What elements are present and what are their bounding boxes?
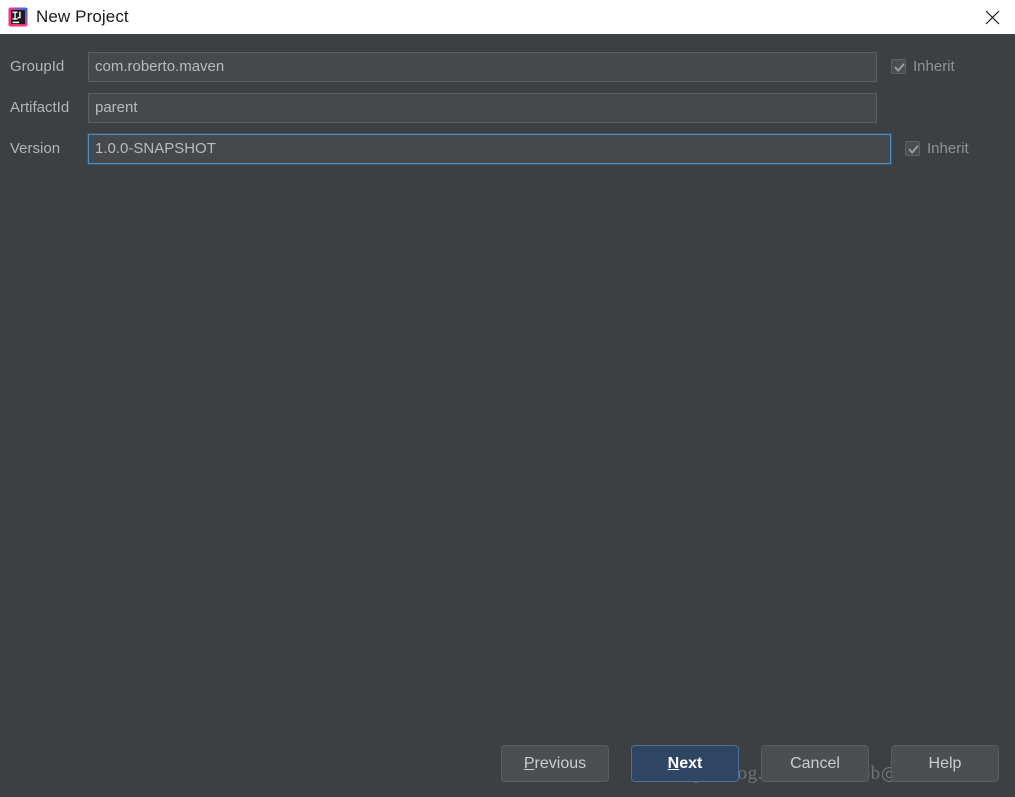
intellij-idea-logo-icon <box>8 7 28 27</box>
groupid-input[interactable]: com.roberto.maven <box>88 51 877 82</box>
check-icon <box>908 145 919 154</box>
previous-button-mnemonic: P <box>523 754 535 772</box>
version-input[interactable]: 1.0.0-SNAPSHOT <box>88 133 891 164</box>
close-button[interactable] <box>969 0 1015 34</box>
title-bar: New Project <box>0 0 1015 34</box>
check-icon <box>894 63 905 72</box>
groupid-label: GroupId <box>10 58 65 75</box>
cancel-button[interactable]: Cancel <box>761 745 869 782</box>
help-button-label: Help <box>928 754 962 772</box>
checkbox-box[interactable] <box>905 141 920 156</box>
form-row-artifactid: ArtifactId parent <box>0 87 1015 128</box>
form-row-version: Version 1.0.0-SNAPSHOT Inherit <box>0 128 1015 169</box>
close-icon <box>985 10 999 24</box>
dialog-body: GroupId com.roberto.maven Inherit Artifa… <box>0 34 1015 797</box>
button-bar: Previous Next Cancel Help <box>0 745 1015 797</box>
previous-button-label: revious <box>534 754 587 772</box>
maven-coordinates-form: GroupId com.roberto.maven Inherit Artifa… <box>0 46 1015 169</box>
next-button[interactable]: Next <box>631 745 739 782</box>
groupid-inherit-checkbox[interactable]: Inherit <box>891 58 955 75</box>
previous-button[interactable]: Previous <box>501 745 609 782</box>
groupid-inherit-label: Inherit <box>913 58 955 75</box>
version-inherit-label: Inherit <box>927 140 969 157</box>
window-title: New Project <box>36 7 129 26</box>
next-button-mnemonic: N <box>667 754 680 772</box>
version-label: Version <box>10 140 61 157</box>
form-row-groupid: GroupId com.roberto.maven Inherit <box>0 46 1015 87</box>
version-inherit-checkbox[interactable]: Inherit <box>905 140 969 157</box>
checkbox-box[interactable] <box>891 59 906 74</box>
cancel-button-label: Cancel <box>790 754 840 772</box>
help-button[interactable]: Help <box>891 745 999 782</box>
artifactid-label: ArtifactId <box>10 99 70 116</box>
new-project-dialog: New Project GroupId com.roberto.maven In… <box>0 0 1015 797</box>
next-button-label: ext <box>679 754 703 772</box>
artifactid-input[interactable]: parent <box>88 92 877 123</box>
